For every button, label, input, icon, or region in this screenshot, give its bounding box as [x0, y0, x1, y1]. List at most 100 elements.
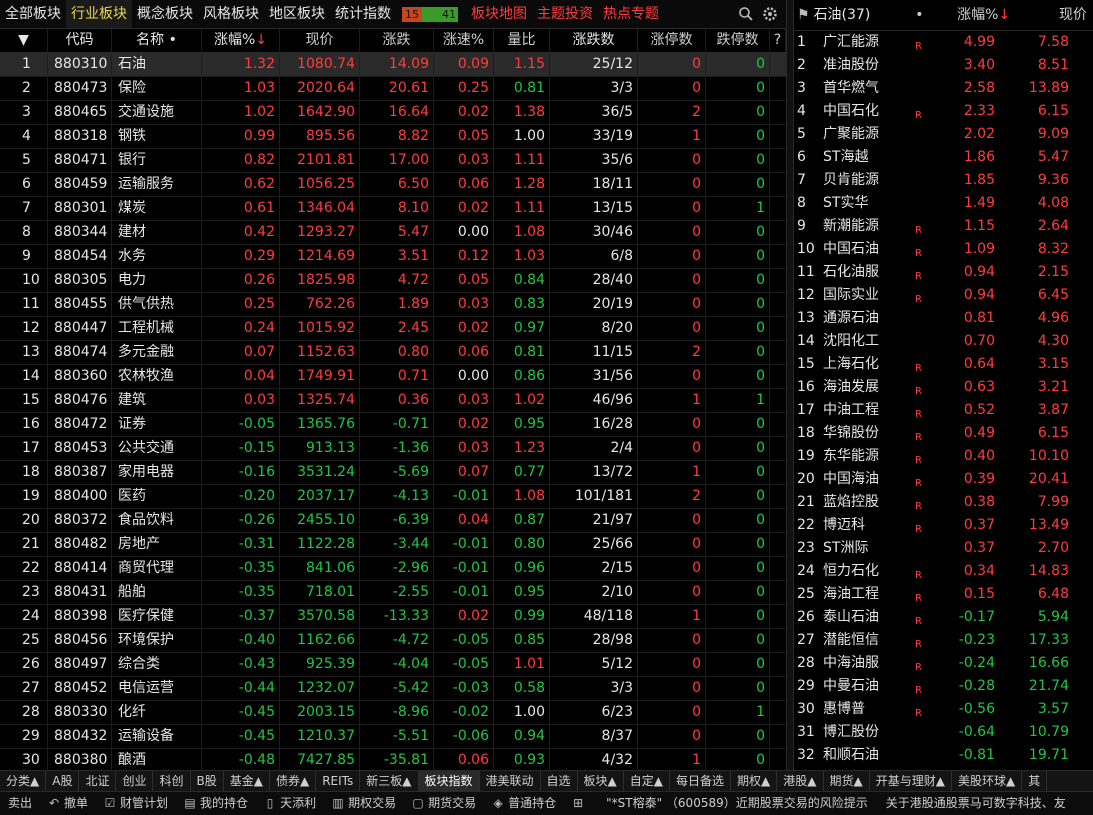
- header-limit-down[interactable]: 跌停数: [706, 29, 770, 52]
- hot-link-2[interactable]: 热点专题: [598, 0, 664, 28]
- stock-row[interactable]: 29 中曼石油 R -0.28 21.74: [793, 675, 1093, 698]
- table-row[interactable]: 7 880301 煤炭 0.61 1346.04 8.10 0.02 1.11 13/15 0 1: [0, 197, 786, 221]
- table-row[interactable]: 9 880454 水务 0.29 1214.69 3.51 0.12 1.03 6/8 0 0: [0, 245, 786, 269]
- stock-row[interactable]: 4 中国石化 R 2.33 6.15: [793, 100, 1093, 123]
- header-price[interactable]: 现价: [1012, 0, 1093, 30]
- bottom-tab-14[interactable]: 自定▲: [624, 771, 671, 791]
- stock-row[interactable]: 5 广聚能源 2.02 9.09: [793, 123, 1093, 146]
- stock-row[interactable]: 16 海油发展 R 0.63 3.21: [793, 376, 1093, 399]
- bottom-tab-10[interactable]: 板块指数: [418, 771, 480, 791]
- bottom-tab-1[interactable]: A股: [46, 771, 80, 791]
- stock-row[interactable]: 22 博迈科 R 0.37 13.49: [793, 514, 1093, 537]
- bottom-tab-5[interactable]: B股: [191, 771, 224, 791]
- table-row[interactable]: 15 880476 建筑 0.03 1325.74 0.36 0.03 1.02 46/96 1 1: [0, 389, 786, 413]
- bottom-tab-17[interactable]: 港股▲: [777, 771, 824, 791]
- stock-row[interactable]: 27 潜能恒信 R -0.23 17.33: [793, 629, 1093, 652]
- search-icon[interactable]: [738, 6, 754, 22]
- header-price[interactable]: 现价: [280, 29, 360, 52]
- table-row[interactable]: 26 880497 综合类 -0.43 925.39 -4.04 -0.05 1.01 5/12…: [0, 653, 786, 677]
- status-item-8[interactable]: ⊞: [564, 792, 596, 815]
- status-item-1[interactable]: ↶ 撤单: [40, 792, 96, 815]
- bottom-tab-16[interactable]: 期权▲: [731, 771, 778, 791]
- stock-row[interactable]: 13 通源石油 0.81 4.96: [793, 307, 1093, 330]
- stock-row[interactable]: 26 泰山石油 R -0.17 5.94: [793, 606, 1093, 629]
- stock-row[interactable]: 11 石化油服 R 0.94 2.15: [793, 261, 1093, 284]
- bottom-tab-12[interactable]: 自选: [541, 771, 578, 791]
- table-row[interactable]: 22 880414 商贸代理 -0.35 841.06 -2.96 -0.01 0.96 2/1…: [0, 557, 786, 581]
- header-limit-up[interactable]: 涨停数: [638, 29, 706, 52]
- stock-row[interactable]: 7 贝肯能源 1.85 9.36: [793, 169, 1093, 192]
- status-item-0[interactable]: 卖出: [0, 792, 40, 815]
- stock-row[interactable]: 25 海油工程 R 0.15 6.48: [793, 583, 1093, 606]
- bottom-tab-21[interactable]: 其: [1022, 771, 1048, 791]
- table-row[interactable]: 23 880431 船舶 -0.35 718.01 -2.55 -0.01 0.95 2/10 0…: [0, 581, 786, 605]
- table-row[interactable]: 11 880455 供气供热 0.25 762.26 1.89 0.03 0.83 20/19 0…: [0, 293, 786, 317]
- bottom-tab-20[interactable]: 美股环球▲: [952, 771, 1023, 791]
- stock-row[interactable]: 1 广汇能源 R 4.99 7.58: [793, 31, 1093, 54]
- bottom-tab-18[interactable]: 期货▲: [824, 771, 870, 791]
- news-ticker[interactable]: "*ST榕泰" （600589）近期股票交易的风险提示: [596, 792, 868, 815]
- header-updown[interactable]: 涨跌数: [550, 29, 638, 52]
- stock-row[interactable]: 20 中国海油 R 0.39 20.41: [793, 468, 1093, 491]
- table-row[interactable]: 13 880474 多元金融 0.07 1152.63 0.80 0.06 0.81 11/15…: [0, 341, 786, 365]
- table-row[interactable]: 5 880471 银行 0.82 2101.81 17.00 0.03 1.11 35/6 0 0: [0, 149, 786, 173]
- hot-link-0[interactable]: 板块地图: [466, 0, 532, 28]
- tab-0[interactable]: 全部板块: [0, 0, 66, 28]
- bottom-tab-2[interactable]: 北证: [79, 771, 117, 791]
- stock-row[interactable]: 9 新潮能源 R 1.15 2.64: [793, 215, 1093, 238]
- tab-1[interactable]: 行业板块: [66, 0, 132, 28]
- table-row[interactable]: 12 880447 工程机械 0.24 1015.92 2.45 0.02 0.97 8/20 0…: [0, 317, 786, 341]
- stock-row[interactable]: 32 和顺石油 -0.81 19.71: [793, 744, 1093, 767]
- table-row[interactable]: 4 880318 钢铁 0.99 895.56 8.82 0.05 1.00 33/19 1 0: [0, 125, 786, 149]
- status-item-6[interactable]: ▢ 期货交易: [404, 792, 484, 815]
- status-item-7[interactable]: ◈ 普通持仓: [484, 792, 564, 815]
- table-row[interactable]: 27 880452 电信运营 -0.44 1232.07 -5.42 -0.03 0.58 3/…: [0, 677, 786, 701]
- stock-row[interactable]: 18 华锦股份 R 0.49 6.15: [793, 422, 1093, 445]
- table-row[interactable]: 3 880465 交通设施 1.02 1642.90 16.64 0.02 1.38 36/5 2…: [0, 101, 786, 125]
- table-row[interactable]: 19 880400 医药 -0.20 2037.17 -4.13 -0.01 1.08 101/…: [0, 485, 786, 509]
- bottom-tab-15[interactable]: 每日备选: [670, 771, 732, 791]
- status-item-4[interactable]: ▯ 天添利: [256, 792, 324, 815]
- table-row[interactable]: 20 880372 食品饮料 -0.26 2455.10 -6.39 0.04 0.87 21/…: [0, 509, 786, 533]
- bottom-tab-8[interactable]: REITs: [316, 771, 361, 791]
- table-row[interactable]: 18 880387 家用电器 -0.16 3531.24 -5.69 0.07 0.77 13/…: [0, 461, 786, 485]
- tab-4[interactable]: 地区板块: [264, 0, 330, 28]
- table-row[interactable]: 16 880472 证券 -0.05 1365.76 -0.71 0.02 0.95 16/28…: [0, 413, 786, 437]
- status-item-3[interactable]: ▤ 我的持仓: [176, 792, 256, 815]
- stock-row[interactable]: 28 中海油服 R -0.24 16.66: [793, 652, 1093, 675]
- table-row[interactable]: 28 880330 化纤 -0.45 2003.15 -8.96 -0.02 1.00 6/23…: [0, 701, 786, 725]
- stock-row[interactable]: 14 沈阳化工 0.70 4.30: [793, 330, 1093, 353]
- stock-row[interactable]: 12 国际实业 R 0.94 6.45: [793, 284, 1093, 307]
- stock-row[interactable]: 17 中油工程 R 0.52 3.87: [793, 399, 1093, 422]
- table-row[interactable]: 2 880473 保险 1.03 2020.64 20.61 0.25 0.81 3/3 0 0: [0, 77, 786, 101]
- hot-link-1[interactable]: 主题投资: [532, 0, 598, 28]
- news-ticker-2[interactable]: 关于港股通股票马可数字科技、友: [868, 792, 1066, 815]
- header-pct[interactable]: 涨幅%: [929, 0, 998, 30]
- bottom-tab-0[interactable]: 分类▲: [0, 771, 47, 791]
- stock-row[interactable]: 6 ST海越 1.86 5.47: [793, 146, 1093, 169]
- stock-row[interactable]: 19 东华能源 R 0.40 10.10: [793, 445, 1093, 468]
- table-row[interactable]: 17 880453 公共交通 -0.15 913.13 -1.36 0.03 1.23 2/4 0…: [0, 437, 786, 461]
- bottom-tab-9[interactable]: 新三板▲: [360, 771, 419, 791]
- bottom-tab-11[interactable]: 港美联动: [480, 771, 541, 791]
- bottom-tab-6[interactable]: 基金▲: [224, 771, 270, 791]
- header-q[interactable]: ?: [770, 29, 786, 52]
- header-ratio[interactable]: 量比: [494, 29, 550, 52]
- header-chg[interactable]: 涨跌: [360, 29, 434, 52]
- status-item-2[interactable]: ☑ 财管计划: [96, 792, 176, 815]
- stock-row[interactable]: 23 ST洲际 0.37 2.70: [793, 537, 1093, 560]
- table-row[interactable]: 29 880432 运输设备 -0.45 1210.37 -5.51 -0.06 0.94 8/…: [0, 725, 786, 749]
- sort-desc-icon[interactable]: ↓: [998, 0, 1010, 30]
- table-row[interactable]: 24 880398 医疗保健 -0.37 3570.58 -13.33 0.02 0.99 48…: [0, 605, 786, 629]
- table-row[interactable]: 25 880456 环境保护 -0.40 1162.66 -4.72 -0.05 0.85 28…: [0, 629, 786, 653]
- stock-row[interactable]: 2 准油股份 3.40 8.51: [793, 54, 1093, 77]
- status-item-5[interactable]: ▥ 期权交易: [324, 792, 404, 815]
- bottom-tab-4[interactable]: 科创: [153, 771, 191, 791]
- table-row[interactable]: 21 880482 房地产 -0.31 1122.28 -3.44 -0.01 0.80 25/…: [0, 533, 786, 557]
- stock-row[interactable]: 31 博汇股份 -0.64 10.79: [793, 721, 1093, 744]
- stock-row[interactable]: 3 首华燃气 2.58 13.89: [793, 77, 1093, 100]
- stock-row[interactable]: 30 惠博普 R -0.56 3.57: [793, 698, 1093, 721]
- pin-icon[interactable]: ⚑: [797, 7, 810, 23]
- tab-2[interactable]: 概念板块: [132, 0, 198, 28]
- header-speed[interactable]: 涨速%: [434, 29, 494, 52]
